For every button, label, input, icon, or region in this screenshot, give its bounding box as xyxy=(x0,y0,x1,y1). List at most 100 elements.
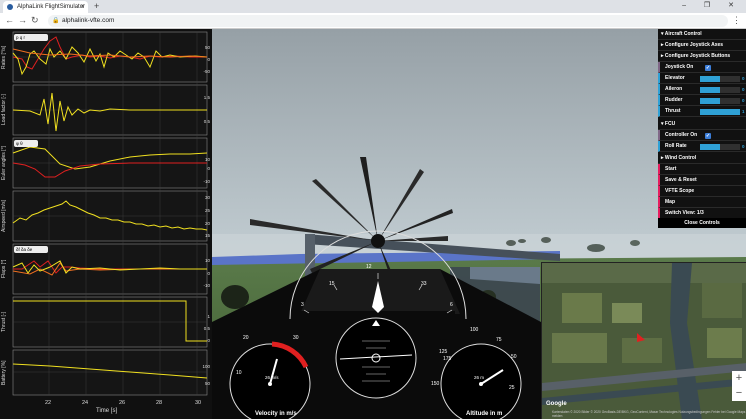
flaps-tick: 0 xyxy=(207,271,210,276)
rates-ylabel: Rates [°/s] xyxy=(1,45,7,69)
altitude-tick: 150 xyxy=(431,381,440,387)
thrust-slider[interactable] xyxy=(700,109,740,115)
heading-tick: 33 xyxy=(421,281,427,287)
forward-icon[interactable]: → xyxy=(18,15,27,26)
loadfactor-ylabel: Load factor [-] xyxy=(1,94,7,126)
euler-tick: 10 xyxy=(204,157,210,162)
folder-configure-axes[interactable]: ▸ Configure Joystick Axes xyxy=(658,40,746,51)
thrust-tick: 1 xyxy=(207,314,210,319)
altitude-tick: 75 xyxy=(496,337,502,343)
zoom-in-button[interactable]: + xyxy=(732,371,746,386)
loadfactor-tick: 1.5 xyxy=(203,95,210,100)
rudder-value[interactable]: 0 xyxy=(742,95,745,106)
rudder-slider[interactable] xyxy=(700,98,740,104)
browser-tab[interactable]: AlphaLink FlightSimulator × xyxy=(3,1,88,13)
x-tick: 22 xyxy=(45,400,52,406)
control-panel[interactable]: ▾ Aircraft Control ▸ Configure Joystick … xyxy=(658,29,746,228)
zoom-out-button[interactable]: − xyxy=(732,386,746,401)
velocity-label: Velocity in m/s xyxy=(255,411,297,417)
folder-aircraft-control[interactable]: ▾ Aircraft Control xyxy=(658,29,746,40)
map-copyright: Kartendaten © 2020 Bilder © 2020 GeoBasi… xyxy=(552,410,746,418)
thrust-slider-fill xyxy=(700,109,740,115)
thrust-tick: 0.5 xyxy=(203,326,210,331)
heading-tick: 3 xyxy=(301,302,304,308)
folder-wind-control[interactable]: ▸ Wind Control xyxy=(658,153,746,164)
altitude-tick: 175 xyxy=(443,356,452,362)
battery-tick: 50 xyxy=(204,381,210,386)
elevator-slider[interactable] xyxy=(700,76,740,82)
reload-icon[interactable]: ↻ xyxy=(31,15,39,26)
window-controls[interactable]: – ❐ ✕ xyxy=(682,0,742,12)
aileron-slider-fill xyxy=(700,87,720,93)
velocity-readout: 26 m/s xyxy=(265,375,279,380)
roll-rate-row[interactable]: Roll Rate 0 xyxy=(658,141,746,152)
save-reset-button[interactable]: Save & Reset xyxy=(658,175,746,186)
back-icon[interactable]: ← xyxy=(5,15,14,26)
altitude-readout: 26 m xyxy=(474,375,485,380)
flaps-tick: 10 xyxy=(204,258,210,263)
velocity-tick: 10 xyxy=(236,370,242,376)
airspeed-tick: 15 xyxy=(204,233,210,238)
google-logo: Google xyxy=(546,401,567,407)
x-tick: 30 xyxy=(195,400,202,406)
airspeed-tick: 25 xyxy=(204,208,210,213)
airspeed-tick: 30 xyxy=(204,195,210,200)
joystick-on-checkbox[interactable]: ✓ xyxy=(705,65,711,71)
thrust-row[interactable]: Thrust 1 xyxy=(658,106,746,117)
rudder-slider-fill xyxy=(700,98,720,104)
map-zoom-control[interactable]: + − xyxy=(732,371,746,401)
controller-on-row[interactable]: Controller On ✓ xyxy=(658,130,746,141)
loadfactor-tick: 0.5 xyxy=(203,119,210,124)
simulator-viewport[interactable]: p q r φ θ δf δa δe Rates [°/s] Load fact… xyxy=(0,29,746,419)
elevator-row[interactable]: Elevator 0 xyxy=(658,73,746,84)
map-button[interactable]: Map xyxy=(658,197,746,208)
navigation-bar: ← → ↻ 🔒 alphalink-vfte.com ⋮ xyxy=(0,13,746,29)
rudder-row[interactable]: Rudder 0 xyxy=(658,95,746,106)
new-tab-button[interactable]: + xyxy=(94,0,99,13)
address-bar[interactable]: 🔒 alphalink-vfte.com xyxy=(48,15,728,27)
flaps-tick: -10 xyxy=(203,283,210,288)
browser-menu-icon[interactable]: ⋮ xyxy=(732,15,741,26)
elevator-slider-fill xyxy=(700,76,720,82)
aileron-row[interactable]: Aileron 0 xyxy=(658,84,746,95)
x-tick: 26 xyxy=(119,400,126,406)
roll-rate-value[interactable]: 0 xyxy=(742,141,745,152)
euler-legend[interactable]: φ θ xyxy=(14,140,38,147)
x-tick: 28 xyxy=(156,400,163,406)
folder-configure-buttons[interactable]: ▸ Configure Joystick Buttons xyxy=(658,51,746,62)
switch-view-value: 1/3 xyxy=(696,210,704,216)
tab-close-icon[interactable]: × xyxy=(80,1,84,13)
elevator-value[interactable]: 0 xyxy=(742,73,745,84)
airspeed-tick: 20 xyxy=(204,221,210,226)
folder-fcu[interactable]: ▾ FCU xyxy=(658,119,746,130)
thrust-tick: 0 xyxy=(207,338,210,343)
heading-tick: 6 xyxy=(450,302,453,308)
roll-rate-slider[interactable] xyxy=(700,144,740,150)
rates-tick: 50 xyxy=(204,45,210,50)
controller-on-checkbox[interactable]: ✓ xyxy=(705,133,711,139)
joystick-on-row[interactable]: Joystick On ✓ xyxy=(658,62,746,73)
rates-tick: 0 xyxy=(207,57,210,62)
favicon-icon xyxy=(7,4,13,10)
heading-tick: 12 xyxy=(366,264,372,270)
velocity-tick: 20 xyxy=(243,335,249,341)
vfte-scope-button[interactable]: VFTE Scope xyxy=(658,186,746,197)
altitude-tick: 25 xyxy=(509,385,515,391)
satellite-map[interactable] xyxy=(541,262,746,419)
altitude-tick: 100 xyxy=(470,327,479,333)
thrust-value[interactable]: 1 xyxy=(742,106,745,117)
aileron-value[interactable]: 0 xyxy=(742,84,745,95)
close-controls-button[interactable]: Close Controls xyxy=(658,218,746,228)
altitude-tick: 125 xyxy=(439,349,448,355)
telemetry-plots: p q r φ θ δf δa δe Rates [°/s] Load fact… xyxy=(0,29,212,419)
rates-legend[interactable]: p q r xyxy=(14,34,48,41)
aileron-slider[interactable] xyxy=(700,87,740,93)
flaps-legend[interactable]: δf δa δe xyxy=(14,246,48,253)
x-tick: 24 xyxy=(82,400,89,406)
start-button[interactable]: Start xyxy=(658,164,746,175)
plots-svg xyxy=(12,31,208,396)
velocity-tick: 30 xyxy=(293,335,299,341)
roll-rate-slider-fill xyxy=(700,144,720,150)
altitude-tick: 50 xyxy=(511,354,517,360)
heading-tick: 15 xyxy=(329,281,335,287)
